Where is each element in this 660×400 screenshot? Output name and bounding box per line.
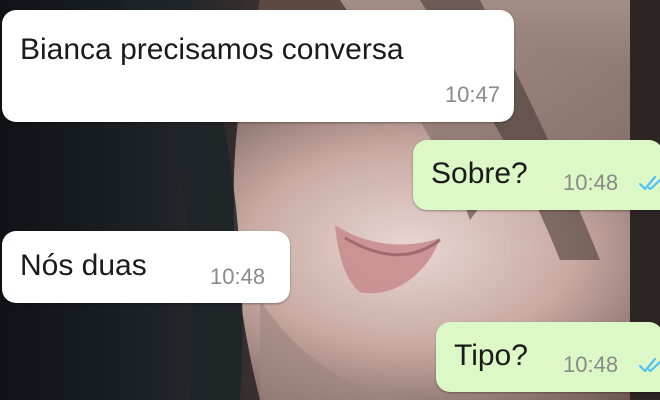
message-timestamp: 10:48 bbox=[563, 170, 619, 195]
double-check-icon bbox=[639, 357, 660, 373]
double-check-icon bbox=[639, 175, 660, 191]
message-bubble-outgoing[interactable]: Tipo? 10:48 bbox=[436, 322, 660, 392]
message-bubble-incoming[interactable]: Nós duas 10:48 bbox=[2, 231, 290, 303]
message-timestamp: 10:47 bbox=[444, 82, 500, 107]
message-timestamp: 10:48 bbox=[210, 264, 266, 289]
message-bubble-incoming[interactable]: Bianca precisamos conversa 10:47 bbox=[2, 10, 514, 122]
message-timestamp: 10:48 bbox=[563, 352, 619, 377]
message-text: Bianca precisamos conversa bbox=[20, 33, 404, 66]
message-text: Sobre? bbox=[431, 157, 528, 190]
message-text: Nós duas bbox=[20, 249, 147, 282]
message-bubble-outgoing[interactable]: Sobre? 10:48 bbox=[413, 140, 660, 210]
message-text: Tipo? bbox=[454, 339, 528, 372]
